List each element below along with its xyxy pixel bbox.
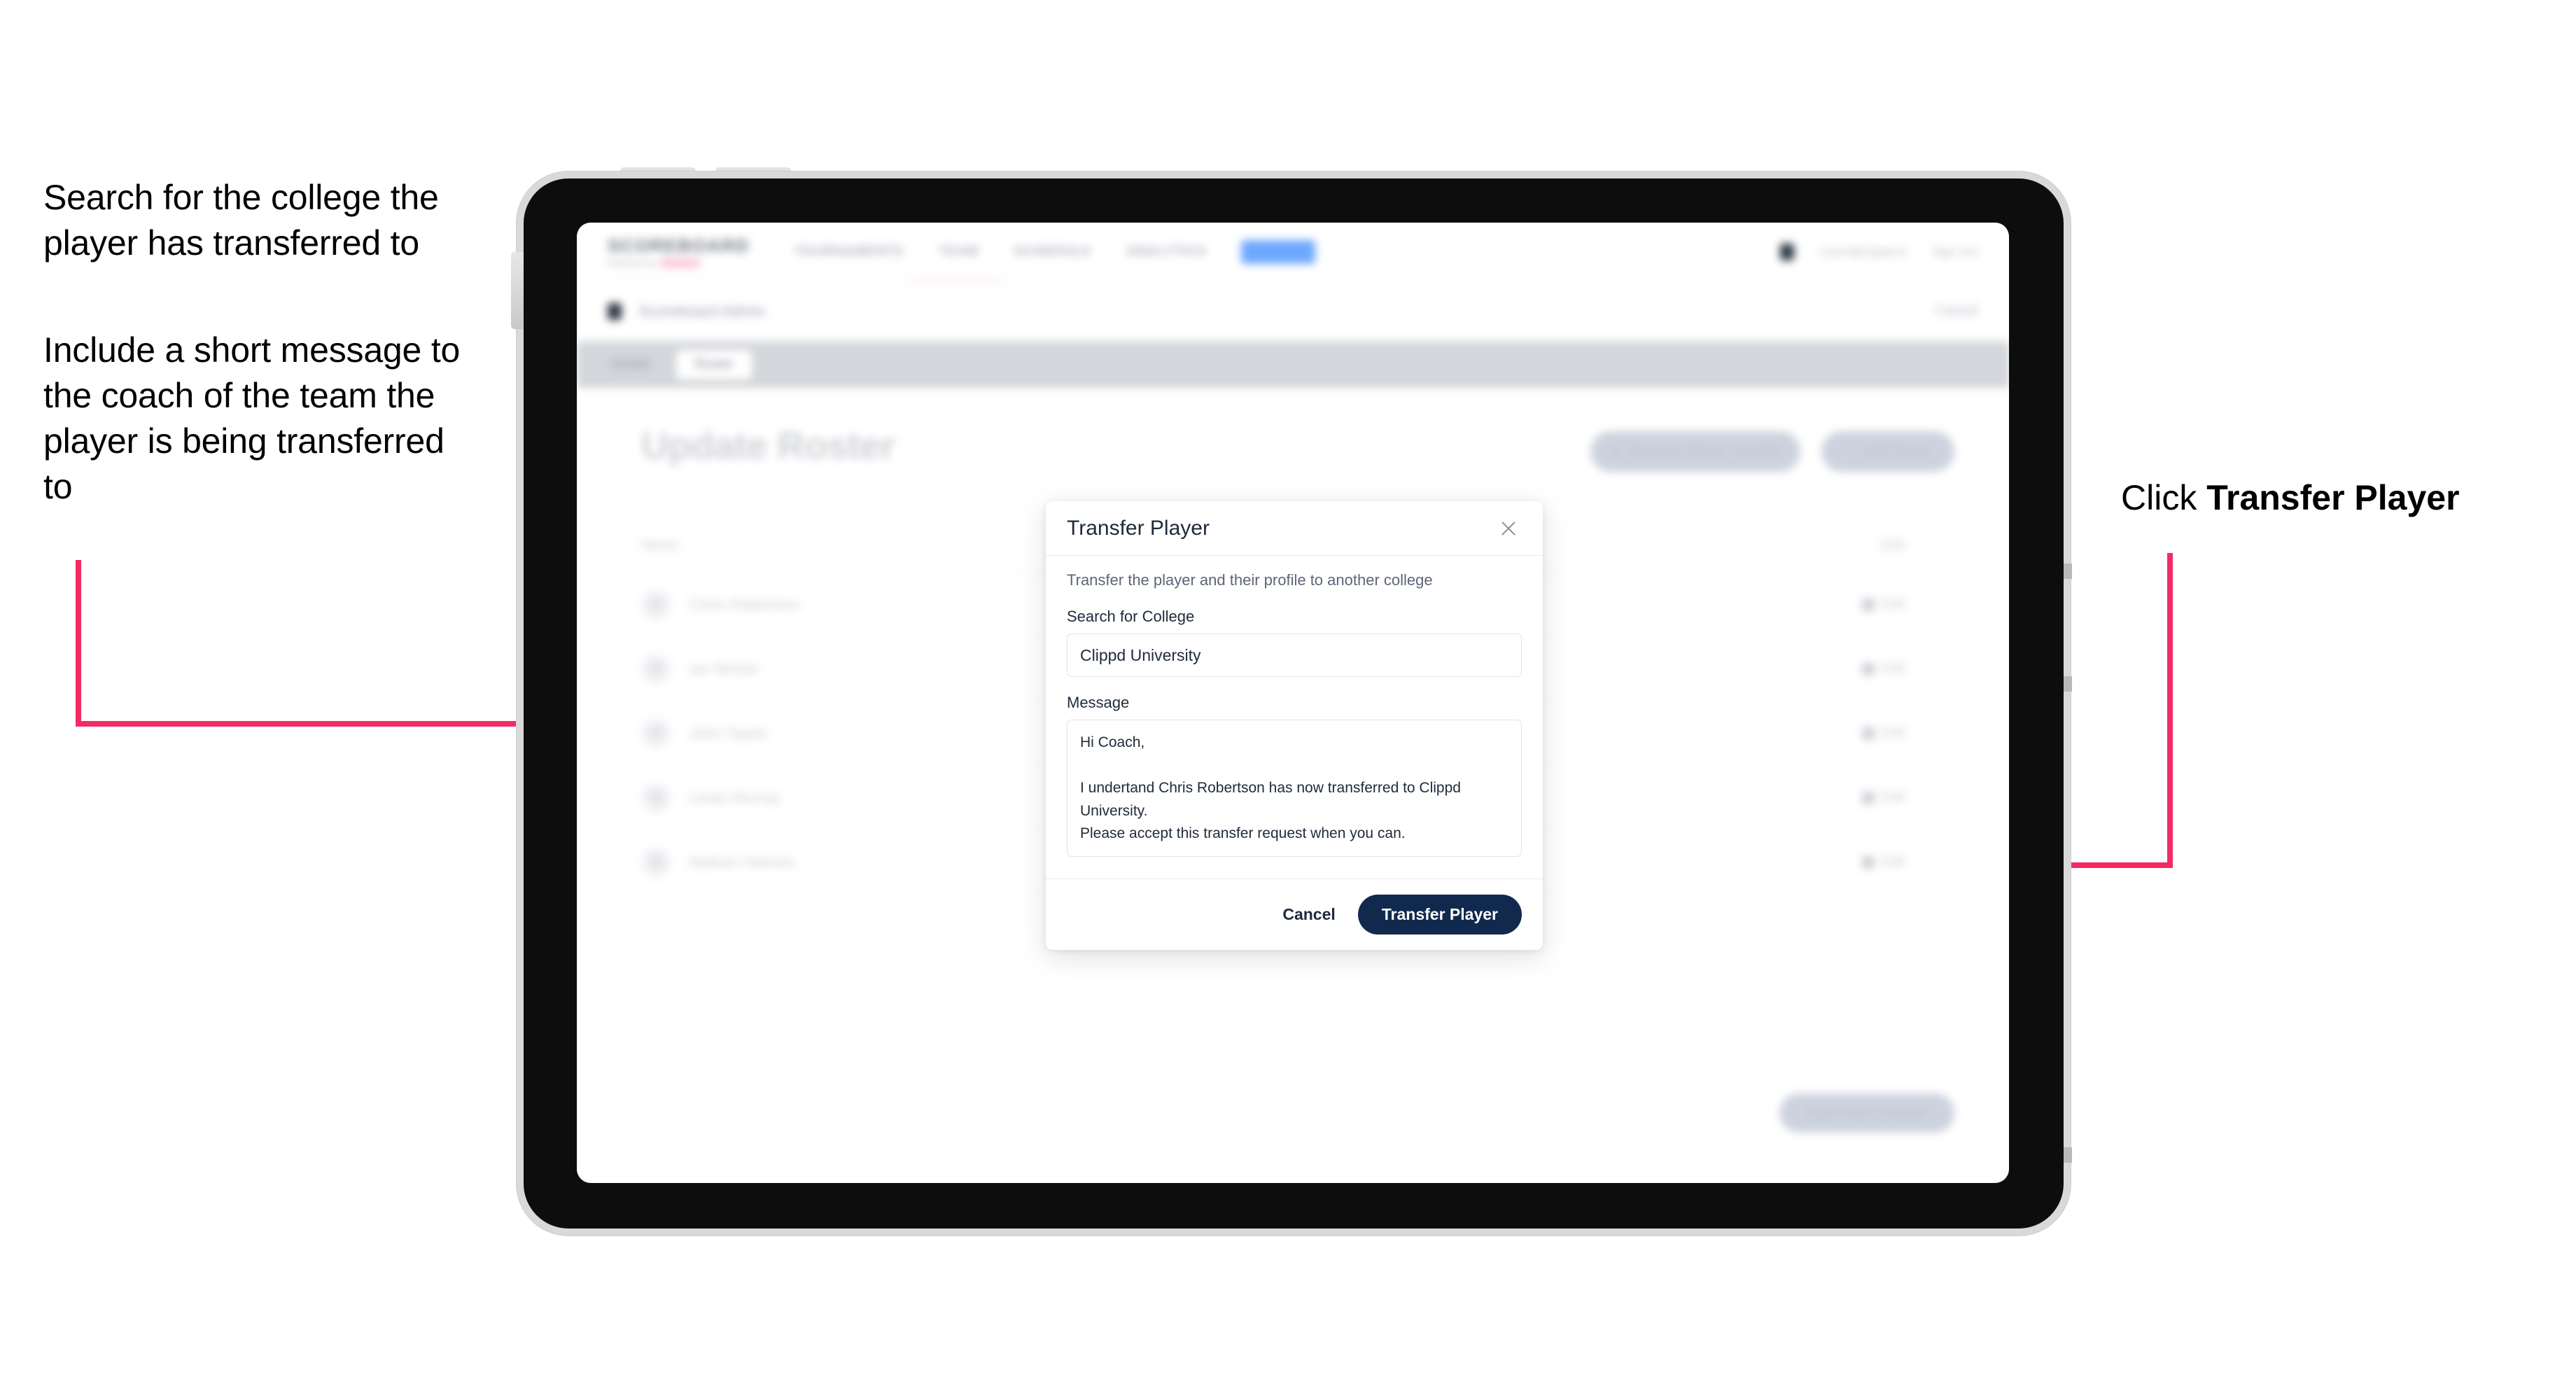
column-header-edit: Edit xyxy=(1881,538,1905,553)
dialog-footer: Cancel Transfer Player xyxy=(1046,878,1543,950)
annotation-search-college: Search for the college the player has tr… xyxy=(43,178,439,262)
page-title: Update Roster xyxy=(641,425,895,467)
device-connector-mark xyxy=(2064,676,2072,692)
nav-item-analytics[interactable]: ANALYTICS xyxy=(1126,244,1206,260)
device-power-button[interactable] xyxy=(511,252,524,329)
device-connector-mark xyxy=(2064,564,2072,579)
brand-powered-by: Powered by xyxy=(608,258,657,268)
brand-chip: clippd xyxy=(660,259,700,267)
avatar xyxy=(641,783,671,813)
edit-player-action[interactable]: Edit xyxy=(1482,596,1954,612)
edit-label: Edit xyxy=(1881,661,1905,676)
search-college-input[interactable] xyxy=(1067,634,1522,677)
annotation-click-transfer: Click Transfer Player xyxy=(2121,477,2460,518)
pencil-icon xyxy=(1861,598,1875,611)
edit-label: Edit xyxy=(1881,790,1905,805)
annotation-click-bold: Transfer Player xyxy=(2206,478,2460,517)
sign-out-button[interactable]: Sign Out xyxy=(1932,245,1978,259)
brand-logo[interactable]: SCOREBOARD Powered by clippd xyxy=(608,235,750,268)
user-avatar-icon[interactable] xyxy=(1779,243,1794,260)
pencil-icon xyxy=(1861,855,1875,869)
nav-item-team[interactable]: TEAM xyxy=(939,244,979,260)
annotation-line-left-vertical xyxy=(76,560,81,727)
user-email-label: coach@clippd.io xyxy=(1819,244,1907,258)
breadcrumb-bar: Scoreboard Admin Cancel xyxy=(577,281,2009,342)
top-right-actions: coach@clippd.io Sign Out xyxy=(1779,243,1978,260)
add-player-button[interactable]: + Add Player xyxy=(1821,431,1954,472)
edit-label: Edit xyxy=(1881,854,1905,869)
edit-label: Edit xyxy=(1881,725,1905,741)
app-top-navbar: SCOREBOARD Powered by clippd TOURNAMENTS… xyxy=(577,223,2009,281)
page-header-actions: ⇆ Request Player Transfer + Add Player xyxy=(1590,431,1954,472)
avatar xyxy=(641,589,671,620)
save-and-continue-button[interactable]: Save And Continue xyxy=(1779,1093,1954,1133)
message-textarea[interactable]: Hi Coach, I undertand Chris Robertson ha… xyxy=(1067,720,1522,857)
transfer-player-button[interactable]: Transfer Player xyxy=(1357,895,1522,934)
edit-player-action[interactable]: Edit xyxy=(1482,854,1954,870)
transfer-player-dialog: Transfer Player Transfer the player and … xyxy=(1046,501,1543,950)
avatar xyxy=(641,718,671,748)
tab-details[interactable]: Details xyxy=(592,350,669,379)
nav-item-schedule[interactable]: SCHEDULE xyxy=(1014,244,1091,260)
breadcrumb-icon xyxy=(608,302,622,320)
edit-label: Edit xyxy=(1881,596,1905,612)
annotation-line-right-vertical xyxy=(2167,553,2173,868)
request-player-transfer-label: Request Player Transfer xyxy=(1630,443,1782,459)
field-spacer xyxy=(1067,677,1522,694)
search-college-label: Search for College xyxy=(1067,608,1195,625)
message-label: Message xyxy=(1067,694,1130,711)
request-player-transfer-button[interactable]: ⇆ Request Player Transfer xyxy=(1590,431,1800,472)
pencil-icon xyxy=(1861,662,1875,676)
dialog-header: Transfer Player xyxy=(1046,501,1543,556)
device-connector-mark xyxy=(2064,1147,2072,1163)
edit-player-action[interactable]: Edit xyxy=(1482,661,1954,677)
close-icon[interactable] xyxy=(1495,515,1522,542)
breadcrumb-cancel-button[interactable]: Cancel xyxy=(1935,303,1978,319)
avatar xyxy=(641,654,671,684)
edit-player-action[interactable]: Edit xyxy=(1482,790,1954,806)
nav-item-tournaments[interactable]: TOURNAMENTS xyxy=(794,244,904,260)
tab-roster[interactable]: Roster xyxy=(676,350,752,379)
nav-item-admin[interactable]: ADMIN xyxy=(1241,239,1316,264)
pencil-icon xyxy=(1861,727,1875,740)
dialog-description: Transfer the player and their profile to… xyxy=(1067,571,1433,589)
breadcrumb-text: Scoreboard Admin xyxy=(638,302,765,320)
section-tab-bar: Details Roster xyxy=(577,342,2009,388)
cancel-button[interactable]: Cancel xyxy=(1278,898,1339,931)
avatar xyxy=(641,847,671,877)
dialog-title: Transfer Player xyxy=(1067,516,1210,540)
annotation-click-prefix: Click xyxy=(2121,478,2207,517)
dialog-body: Transfer the player and their profile to… xyxy=(1046,556,1543,878)
annotation-include-message: Include a short message to the coach of … xyxy=(43,330,461,506)
edit-player-action[interactable]: Edit xyxy=(1482,725,1954,741)
brand-subtitle: Powered by clippd xyxy=(608,258,750,268)
transfer-icon: ⇆ xyxy=(1609,444,1622,460)
pencil-icon xyxy=(1861,791,1875,804)
screenshot-canvas: Search for the college the player has tr… xyxy=(0,0,2576,1386)
top-nav-items: TOURNAMENTS TEAM SCHEDULE ANALYTICS ADMI… xyxy=(794,239,1316,264)
plus-icon: + xyxy=(1845,443,1854,459)
add-player-label: Add Player xyxy=(1861,443,1931,459)
brand-name: SCOREBOARD xyxy=(608,235,750,256)
